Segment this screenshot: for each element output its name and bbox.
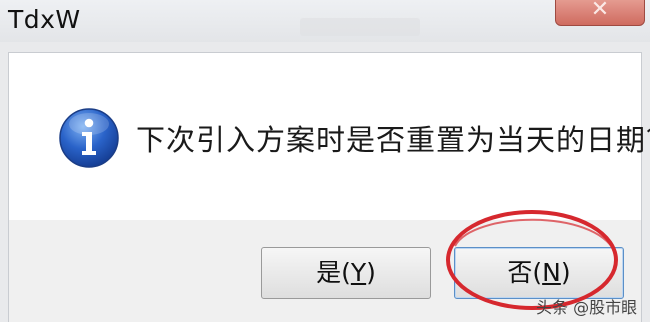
window-title: TdxW (8, 5, 81, 34)
information-icon (59, 108, 119, 168)
yes-button-label: 是( (316, 258, 351, 287)
close-icon: ✕ (590, 0, 610, 22)
close-button[interactable]: ✕ (555, 0, 645, 26)
background-element (300, 18, 420, 36)
yes-button-tail: ) (366, 258, 376, 287)
no-button-label: 否( (507, 258, 543, 287)
no-button[interactable]: 否(N) (454, 247, 624, 299)
yes-button[interactable]: 是(Y) (261, 247, 431, 299)
no-button-tail: ) (560, 258, 571, 287)
watermark-text: 头条 @股市眼 (536, 298, 638, 317)
message-area: 下次引入方案时是否重置为当天的日期？ (8, 52, 650, 220)
yes-button-hotkey: Y (350, 258, 367, 287)
no-button-hotkey: N (542, 258, 561, 287)
dialog-message: 下次引入方案时是否重置为当天的日期？ (136, 123, 650, 157)
dialog-window: TdxW ✕ 下次引入方案时是否重置为当天的日期？ 是(Y) 否(N) 头条 @… (0, 0, 650, 322)
title-bar[interactable]: TdxW ✕ (0, 0, 650, 42)
